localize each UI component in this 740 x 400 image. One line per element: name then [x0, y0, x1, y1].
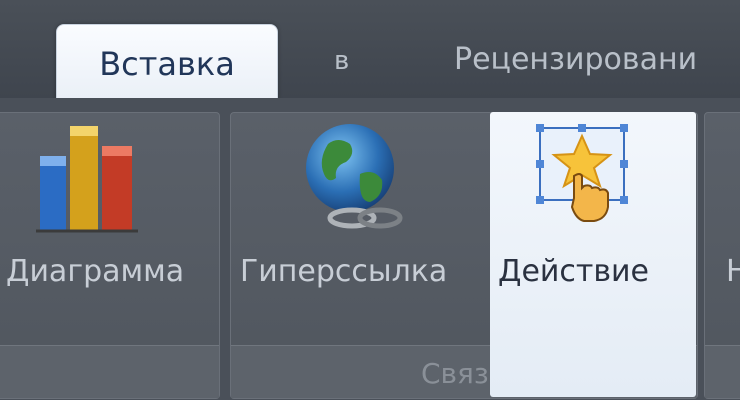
tab-partial[interactable]: в — [334, 46, 349, 76]
action-button[interactable]: Действие — [490, 112, 696, 397]
star-pointer-icon — [536, 124, 628, 222]
hyperlink-button[interactable] — [298, 118, 408, 234]
chart-button-label: Диаграмма — [6, 254, 185, 289]
tab-insert-label: Вставка — [99, 45, 235, 83]
group-next-footer — [705, 345, 740, 398]
hyperlink-button-label: Гиперссылка — [240, 254, 448, 289]
tab-review[interactable]: Рецензировани — [454, 42, 697, 77]
globe-link-icon — [306, 124, 403, 229]
bar-chart-icon — [36, 126, 138, 233]
next-button-label-fragment[interactable]: Н — [726, 254, 740, 289]
chart-button[interactable] — [30, 118, 150, 238]
action-button-label: Действие — [498, 254, 649, 289]
group-charts-footer — [0, 345, 219, 398]
